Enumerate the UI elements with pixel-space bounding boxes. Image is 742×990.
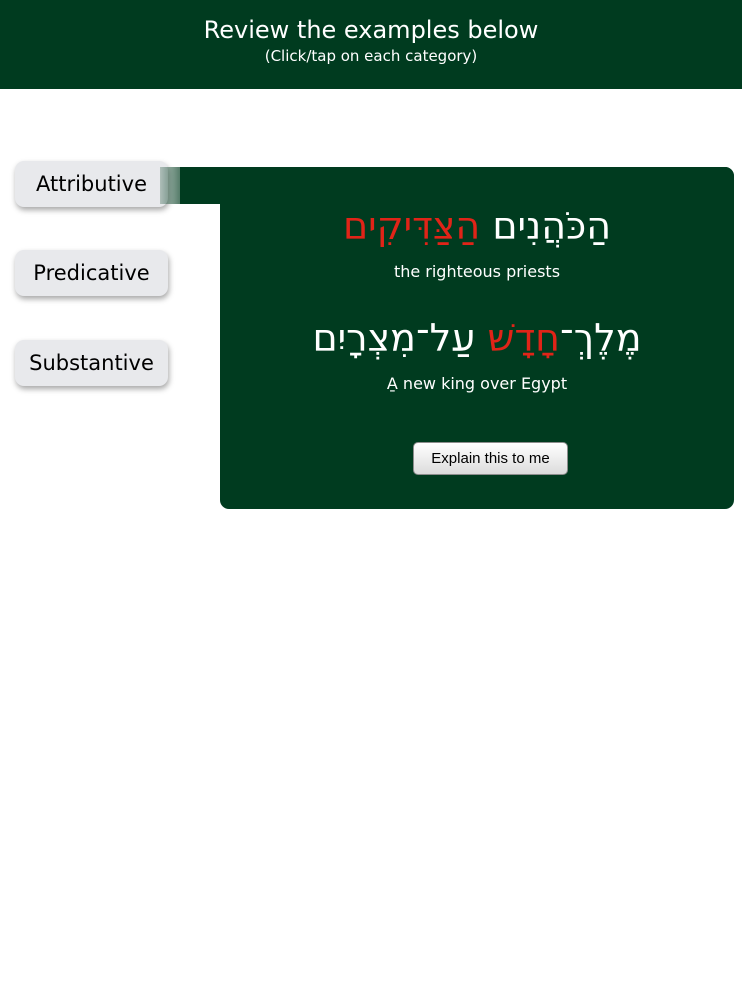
hebrew-example-1: הַכֹּהֲנִים הַצַּדִּיקִים	[220, 203, 734, 249]
hebrew-word-highlight: חָדָשׁ	[487, 316, 561, 360]
hebrew-word-plain: מֶלֶךְ־	[560, 316, 642, 360]
hebrew-example-2: מֶלֶךְ־חָדָשׁ עַל־מִצְרָיִם	[220, 315, 734, 361]
explain-button[interactable]: Explain this to me	[413, 442, 568, 475]
hebrew-word-plain: הַכֹּהֲנִים	[492, 204, 612, 248]
tab-substantive[interactable]: Substantive	[15, 340, 168, 386]
hebrew-word-highlight: הַצַּדִּיקִים	[342, 204, 481, 248]
header-title: Review the examples below	[203, 16, 539, 44]
translation-2: A̱ new king over Egypt	[386, 374, 568, 393]
hebrew-word-plain: עַל־מִצְרָיִם	[312, 316, 488, 360]
translation-1: the righteous priests	[393, 262, 561, 281]
header-subtitle: (Click/tap on each category)	[264, 47, 478, 65]
header-banner: Review the examples below (Click/tap on …	[0, 0, 742, 89]
tab-attributive[interactable]: Attributive	[15, 161, 168, 207]
tab-predicative[interactable]: Predicative	[15, 250, 168, 296]
